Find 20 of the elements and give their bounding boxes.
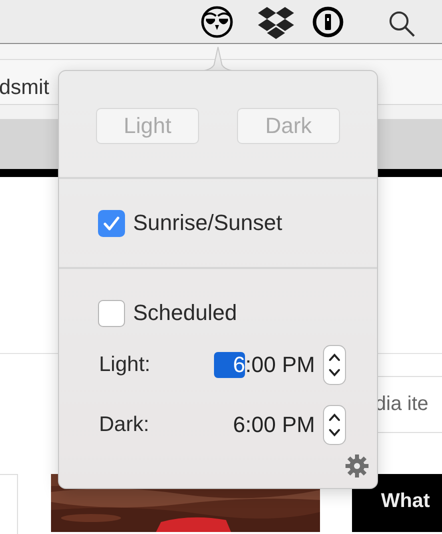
time-label: Light: [99, 353, 152, 377]
banner-text: What [381, 490, 430, 513]
time-label: Dark: [99, 413, 150, 437]
checkbox-label: Sunrise/Sunset [133, 210, 282, 236]
stepper[interactable] [323, 405, 346, 445]
hour-segment[interactable]: 6 [233, 412, 246, 438]
hour-segment[interactable]: 6 [214, 352, 246, 378]
key-icon[interactable] [312, 6, 344, 38]
checkbox[interactable] [98, 210, 125, 236]
time-text: :00 PM [245, 412, 315, 438]
card-background [0, 474, 18, 534]
search-icon[interactable] [387, 8, 417, 38]
checkbox-label: Scheduled [133, 300, 237, 326]
address-text: dsmit [0, 76, 50, 100]
time-text: :00 PM [245, 352, 315, 378]
checkbox[interactable] [98, 300, 125, 326]
settings-icon[interactable] [345, 454, 369, 478]
stepper[interactable] [323, 345, 346, 385]
owl-icon[interactable] [200, 4, 234, 38]
dropbox-icon[interactable] [257, 4, 295, 38]
